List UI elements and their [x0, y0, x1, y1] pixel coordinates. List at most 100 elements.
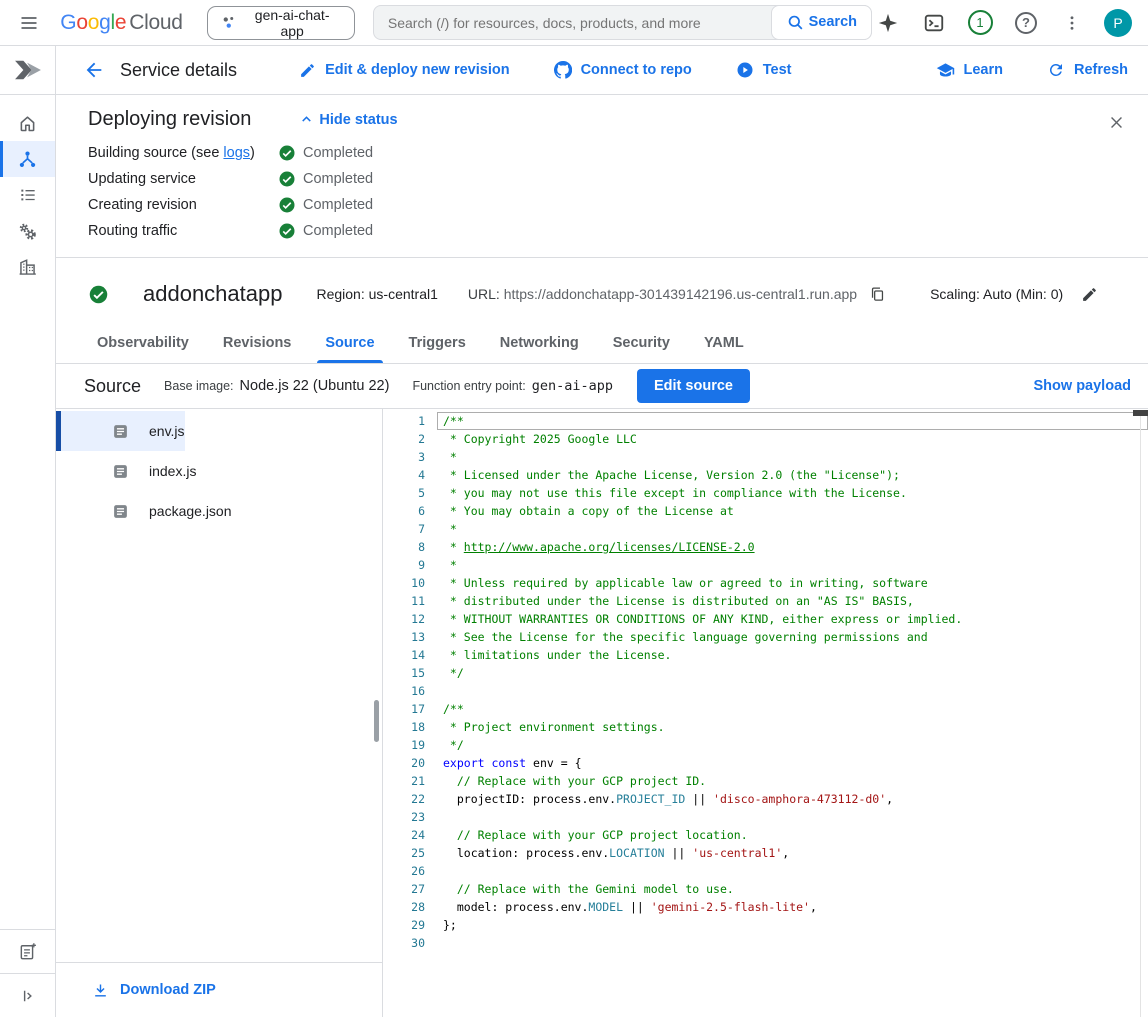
- file-name: index.js: [149, 463, 196, 479]
- file-panel-scrollbar[interactable]: [374, 700, 379, 742]
- line-number: 27: [383, 880, 425, 898]
- sidebar-item-organization[interactable]: [0, 249, 55, 285]
- edit-scaling-button[interactable]: [1081, 286, 1098, 303]
- line-number: 13: [383, 628, 425, 646]
- tab-security[interactable]: Security: [596, 322, 687, 363]
- code-line: 15 */: [383, 664, 1148, 682]
- service-region: Region: us-central1: [316, 286, 437, 302]
- hide-status-button[interactable]: Hide status: [299, 112, 397, 128]
- download-zip-button[interactable]: Download ZIP: [56, 962, 382, 1017]
- cloud-shell-button[interactable]: [918, 7, 950, 39]
- cloud-run-logo: [0, 46, 55, 95]
- refresh-label: Refresh: [1074, 62, 1128, 78]
- editor-scrollbar-thumb[interactable]: [1133, 410, 1148, 416]
- github-icon: [554, 61, 572, 79]
- hamburger-menu-button[interactable]: [16, 9, 42, 37]
- code-line: 16: [383, 682, 1148, 700]
- edit-deploy-label: Edit & deploy new revision: [325, 62, 510, 78]
- tab-source[interactable]: Source: [308, 322, 391, 363]
- project-selector[interactable]: gen-ai-chat-app: [207, 6, 355, 40]
- page-title: Service details: [120, 60, 237, 81]
- line-content: model: process.env.MODEL || 'gemini-2.5-…: [425, 898, 817, 916]
- download-zip-label: Download ZIP: [120, 982, 216, 998]
- back-button[interactable]: [80, 56, 108, 84]
- status-row: Building source (see logs)Completed: [88, 140, 1124, 166]
- edit-deploy-button[interactable]: Edit & deploy new revision: [299, 62, 510, 79]
- release-notes-button[interactable]: [0, 929, 55, 973]
- status-value: Completed: [303, 197, 373, 213]
- line-number: 28: [383, 898, 425, 916]
- tab-yaml[interactable]: YAML: [687, 322, 761, 363]
- line-content: export const env = {: [425, 754, 582, 772]
- line-number: 20: [383, 754, 425, 772]
- code-line: 26: [383, 862, 1148, 880]
- code-line: 13 * See the License for the specific la…: [383, 628, 1148, 646]
- code-lines: 1/**2 * Copyright 2025 Google LLC3 *4 * …: [383, 412, 1148, 952]
- show-payload-button[interactable]: Show payload: [1034, 378, 1132, 394]
- line-content: /**: [425, 412, 464, 430]
- line-number: 6: [383, 502, 425, 520]
- file-item-index.js[interactable]: index.js: [56, 451, 196, 491]
- gemini-sparkle-icon: [877, 12, 899, 34]
- code-line: 2 * Copyright 2025 Google LLC: [383, 430, 1148, 448]
- status-row: Routing trafficCompleted: [88, 218, 1124, 244]
- help-icon: ?: [1015, 12, 1037, 34]
- check-circle-icon: [278, 222, 296, 240]
- search-button[interactable]: Search: [771, 5, 872, 40]
- tab-triggers[interactable]: Triggers: [392, 322, 483, 363]
- close-status-button[interactable]: [1102, 108, 1130, 136]
- file-item-env.js[interactable]: env.js: [56, 411, 185, 451]
- code-line: 19 */: [383, 736, 1148, 754]
- gemini-button[interactable]: [872, 7, 904, 39]
- tab-revisions[interactable]: Revisions: [206, 322, 309, 363]
- logs-link[interactable]: logs: [223, 145, 250, 161]
- file-icon: [112, 463, 129, 480]
- test-button[interactable]: Test: [736, 61, 792, 79]
- line-number: 19: [383, 736, 425, 754]
- expand-rail-button[interactable]: [0, 973, 55, 1017]
- learn-button[interactable]: Learn: [936, 61, 1004, 80]
- avatar: P: [1104, 9, 1132, 37]
- line-number: 22: [383, 790, 425, 808]
- code-line: 7 *: [383, 520, 1148, 538]
- sidebar-item-integrations[interactable]: [0, 213, 55, 249]
- copy-url-button[interactable]: [869, 286, 886, 303]
- google-cloud-logo[interactable]: GoogleCloud: [60, 11, 182, 35]
- notifications-button[interactable]: 1: [964, 7, 996, 39]
- search-input[interactable]: [374, 15, 771, 31]
- topbar-right-icons: 1 ? P: [872, 7, 1134, 39]
- line-number: 26: [383, 862, 425, 880]
- connect-repo-button[interactable]: Connect to repo: [554, 61, 692, 79]
- help-button[interactable]: ?: [1010, 7, 1042, 39]
- line-content: [425, 934, 443, 952]
- sidebar-item-home[interactable]: [0, 105, 55, 141]
- file-icon: [112, 503, 129, 520]
- more-options-button[interactable]: [1056, 7, 1088, 39]
- learn-label: Learn: [964, 62, 1004, 78]
- account-avatar[interactable]: P: [1102, 7, 1134, 39]
- left-nav-rail: [0, 46, 56, 1017]
- list-icon: [18, 185, 38, 205]
- code-line: 18 * Project environment settings.: [383, 718, 1148, 736]
- tab-observability[interactable]: Observability: [80, 322, 206, 363]
- sidebar-item-services[interactable]: [0, 141, 55, 177]
- line-number: 29: [383, 916, 425, 934]
- edit-source-button[interactable]: Edit source: [637, 369, 750, 403]
- service-url-value[interactable]: https://addonchatapp-301439142196.us-cen…: [504, 286, 857, 302]
- code-editor[interactable]: 1/**2 * Copyright 2025 Google LLC3 *4 * …: [383, 409, 1148, 1017]
- service-header: addonchatapp Region: us-central1 URL: ht…: [56, 266, 1148, 322]
- line-content: /**: [425, 700, 464, 718]
- refresh-button[interactable]: Refresh: [1047, 61, 1128, 79]
- tab-networking[interactable]: Networking: [483, 322, 596, 363]
- code-line: 23: [383, 808, 1148, 826]
- line-content: location: process.env.LOCATION || 'us-ce…: [425, 844, 789, 862]
- deploy-status-panel: Deploying revision Hide status Building …: [56, 95, 1148, 258]
- file-item-package.json[interactable]: package.json: [56, 491, 232, 531]
- code-line: 10 * Unless required by applicable law o…: [383, 574, 1148, 592]
- file-name: env.js: [149, 423, 185, 439]
- code-line: 17/**: [383, 700, 1148, 718]
- service-tabs: ObservabilityRevisionsSourceTriggersNetw…: [56, 322, 1148, 364]
- line-content: */: [425, 664, 464, 682]
- connect-repo-label: Connect to repo: [581, 62, 692, 78]
- sidebar-item-jobs[interactable]: [0, 177, 55, 213]
